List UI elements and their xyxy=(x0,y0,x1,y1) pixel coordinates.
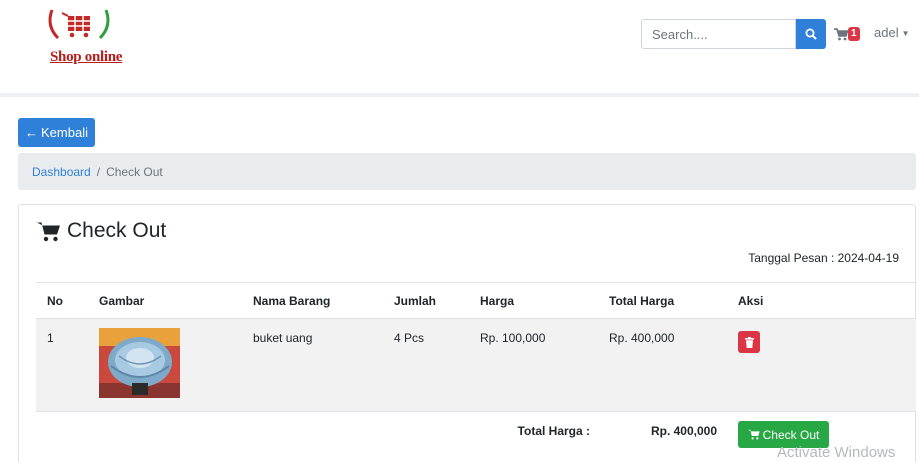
chevron-down-icon: ▼ xyxy=(901,29,910,39)
user-menu[interactable]: adel ▼ xyxy=(874,25,910,40)
cart-count-badge: 1 xyxy=(848,27,860,41)
cart-icon xyxy=(834,27,848,40)
cart-icon xyxy=(747,429,760,440)
column-header: No xyxy=(36,282,88,319)
cell-no: 1 xyxy=(36,318,88,412)
search-input[interactable] xyxy=(641,19,796,49)
search-icon xyxy=(805,28,817,40)
table-row: 1 buket uang 4 Pcs Rp. 100,000 Rp. 400,0… xyxy=(36,318,916,412)
column-header: Gambar xyxy=(88,282,242,319)
column-header: Aksi xyxy=(727,282,916,319)
user-name: adel xyxy=(874,25,899,40)
bouquet-image xyxy=(99,328,180,398)
page-title-text: Check Out xyxy=(67,219,167,242)
breadcrumb: Dashboard / Check Out xyxy=(18,153,916,190)
checkout-card: Check Out Tanggal Pesan : 2024-04-19 No … xyxy=(18,204,916,462)
delete-button[interactable] xyxy=(738,331,760,353)
table-header-row: No Gambar Nama Barang Jumlah Harga Total… xyxy=(36,282,916,319)
back-button[interactable]: ← Kembali xyxy=(18,118,95,147)
column-header: Harga xyxy=(469,282,598,319)
cell-price: Rp. 100,000 xyxy=(469,318,598,412)
breadcrumb-separator: / xyxy=(96,164,101,179)
page-title: Check Out xyxy=(37,219,166,243)
cell-image xyxy=(88,318,242,412)
cell-qty: 4 Pcs xyxy=(383,318,469,412)
cart-icon xyxy=(37,222,60,241)
arrow-left-icon: ← xyxy=(25,125,39,140)
total-label: Total Harga : xyxy=(517,424,590,438)
cart-link[interactable]: 1 xyxy=(834,25,864,43)
trash-icon xyxy=(744,336,754,348)
column-header: Total Harga xyxy=(598,282,727,319)
column-header: Jumlah xyxy=(383,282,469,319)
back-button-label: Kembali xyxy=(41,125,88,140)
windows-activation-watermark: Activate Windows xyxy=(777,444,896,461)
breadcrumb-current: Check Out xyxy=(106,164,163,179)
total-value: Rp. 400,000 xyxy=(650,424,717,438)
column-header: Nama Barang xyxy=(242,282,383,319)
cell-action xyxy=(727,318,916,412)
search-button[interactable] xyxy=(796,19,826,49)
checkout-table: No Gambar Nama Barang Jumlah Harga Total… xyxy=(36,282,916,448)
checkout-button-label: Check Out xyxy=(762,427,820,442)
cart-logo-icon xyxy=(48,9,110,40)
navbar: Shop online 1 adel▼ xyxy=(0,0,919,97)
order-date: Tanggal Pesan : 2024-04-19 xyxy=(748,251,899,265)
brand-name[interactable]: Shop online xyxy=(50,49,122,66)
total-row: Total Harga : Rp. 400,000 Check Out xyxy=(36,412,916,448)
cell-name: buket uang xyxy=(242,318,383,412)
breadcrumb-dashboard[interactable]: Dashboard xyxy=(32,165,91,179)
cell-total: Rp. 400,000 xyxy=(598,318,727,412)
